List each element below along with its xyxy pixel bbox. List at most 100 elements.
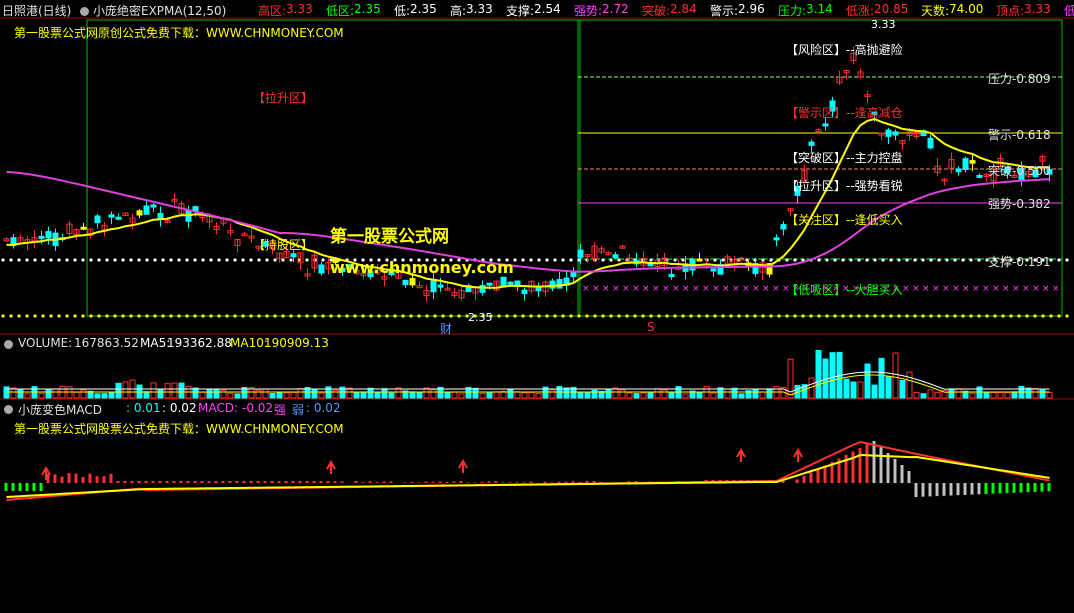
dotted-level bbox=[177, 258, 181, 262]
dotted-level bbox=[729, 314, 733, 318]
volume-bar bbox=[171, 382, 178, 399]
dotted-level bbox=[961, 258, 965, 262]
dotted-level bbox=[897, 314, 901, 318]
dotted-level bbox=[217, 258, 221, 262]
dotted-level bbox=[497, 314, 501, 318]
low-x-mark: × bbox=[922, 284, 930, 294]
dotted-level bbox=[1033, 314, 1037, 318]
low-x-mark: × bbox=[602, 284, 610, 294]
volume-bar bbox=[990, 392, 997, 399]
volume-bar bbox=[857, 381, 864, 399]
volume-bar bbox=[584, 391, 591, 399]
dotted-level bbox=[161, 314, 165, 318]
candle-body bbox=[696, 258, 703, 262]
center-url: www.chnmoney.com bbox=[330, 258, 514, 277]
dotted-level bbox=[1025, 314, 1029, 318]
volume-bar bbox=[885, 376, 892, 399]
center-title: 第一股票公式网 bbox=[330, 227, 449, 247]
candle-body bbox=[38, 235, 45, 239]
dotted-level bbox=[881, 258, 885, 262]
dotted-level bbox=[529, 258, 533, 262]
dotted-level bbox=[121, 314, 125, 318]
s-marker: S bbox=[647, 320, 655, 334]
volume-bar bbox=[619, 389, 626, 399]
candle-body bbox=[409, 278, 416, 286]
candle-body bbox=[892, 131, 899, 136]
dotted-level bbox=[689, 314, 693, 318]
macd-title: 小庞变色MACD : 0.01 : 0.02 MACD: -0.02 强 弱 :… bbox=[4, 401, 604, 417]
dotted-level bbox=[353, 314, 357, 318]
candle-body bbox=[822, 123, 829, 127]
volume-bar bbox=[178, 382, 185, 399]
dotted-level bbox=[825, 314, 829, 318]
low-x-mark: × bbox=[942, 284, 950, 294]
dotted-level bbox=[121, 258, 125, 262]
low-x-mark: × bbox=[692, 284, 700, 294]
zone-attention: 【关注区】--逢低买入 bbox=[786, 213, 903, 227]
dotted-level bbox=[1049, 314, 1053, 318]
low-x-mark: × bbox=[932, 284, 940, 294]
dotted-level bbox=[905, 258, 909, 262]
dotted-level bbox=[705, 314, 709, 318]
dotted-level bbox=[153, 258, 157, 262]
dotted-level bbox=[297, 314, 301, 318]
dotted-level bbox=[1065, 314, 1069, 318]
low-x-mark: × bbox=[1052, 284, 1060, 294]
dotted-level bbox=[321, 258, 325, 262]
dotted-level bbox=[33, 258, 37, 262]
dotted-level bbox=[593, 314, 597, 318]
volume-bar bbox=[290, 391, 297, 399]
dotted-level bbox=[129, 258, 133, 262]
macd-dif-line bbox=[6, 440, 1050, 501]
price-chart[interactable]: × × × × × × × × × × × × × × × × × × × × × × × × × × × × × × × × × × × × × × × ×… bbox=[0, 0, 1074, 613]
volume-bar bbox=[311, 389, 318, 399]
dotted-level bbox=[865, 314, 869, 318]
dotted-level bbox=[1017, 314, 1021, 318]
ma10-label: MA10: bbox=[230, 336, 268, 350]
dotted-level bbox=[33, 314, 37, 318]
macd-v2: : 0.02 bbox=[162, 401, 197, 415]
dotted-level bbox=[9, 258, 13, 262]
volume-bar bbox=[94, 393, 101, 399]
left-zone-chigu: 【持股区】 bbox=[253, 238, 314, 252]
dotted-level bbox=[609, 258, 613, 262]
volume-bar bbox=[829, 352, 836, 399]
dotted-level bbox=[937, 314, 941, 318]
dotted-level bbox=[321, 314, 325, 318]
dotted-level bbox=[249, 314, 253, 318]
candle-body bbox=[885, 129, 892, 137]
candle-body bbox=[402, 279, 409, 286]
volume-bar bbox=[374, 391, 381, 399]
dotted-level bbox=[41, 314, 45, 318]
dotted-level bbox=[545, 258, 549, 262]
volume-value: 167863.52 bbox=[74, 336, 139, 350]
candle-body bbox=[521, 289, 528, 295]
volume-bar bbox=[682, 393, 689, 399]
dotted-level bbox=[81, 258, 85, 262]
candle-body bbox=[80, 226, 87, 230]
dotted-level bbox=[897, 258, 901, 262]
dotted-level bbox=[49, 314, 53, 318]
volume-bar bbox=[150, 382, 157, 399]
dotted-level bbox=[57, 258, 61, 262]
low-x-mark: × bbox=[642, 284, 650, 294]
dotted-level bbox=[945, 314, 949, 318]
dotted-level bbox=[105, 258, 109, 262]
dotted-level bbox=[145, 258, 149, 262]
candle-body bbox=[808, 141, 815, 146]
macd-menu-icon[interactable] bbox=[4, 402, 17, 416]
volume-bar bbox=[1011, 391, 1018, 399]
volume-bar bbox=[409, 391, 416, 399]
volume-bar bbox=[164, 383, 171, 399]
volume-menu-icon[interactable] bbox=[4, 337, 17, 351]
volume-bar bbox=[913, 391, 920, 399]
dotted-level bbox=[73, 314, 77, 318]
volume-bar bbox=[451, 391, 458, 399]
volume-bar bbox=[640, 392, 647, 399]
low-x-mark: × bbox=[772, 284, 780, 294]
dotted-level bbox=[841, 314, 845, 318]
low-x-mark: × bbox=[752, 284, 760, 294]
dotted-level bbox=[137, 258, 141, 262]
macd-weak-value: : 0.02 bbox=[306, 401, 341, 415]
candle-body bbox=[556, 279, 563, 289]
